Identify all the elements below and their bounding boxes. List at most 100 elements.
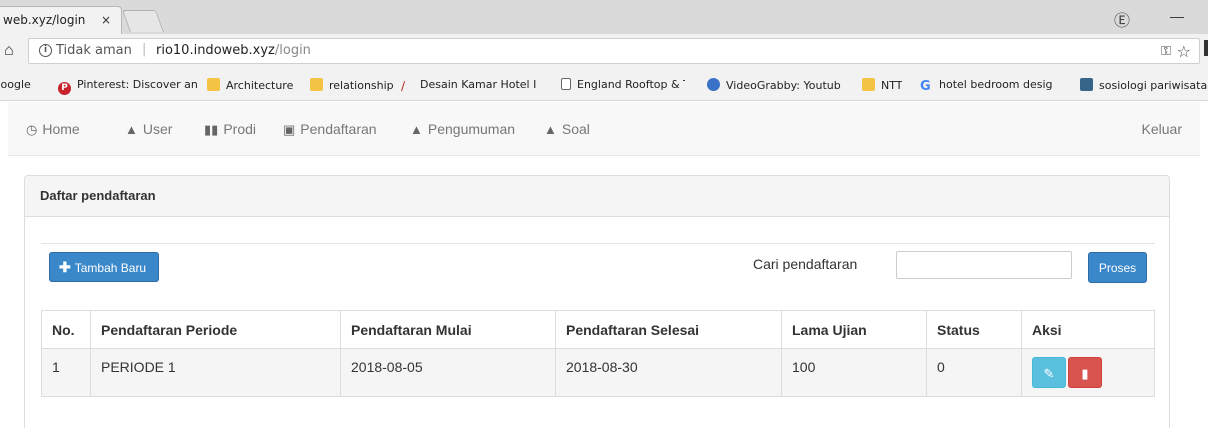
- folder-icon: [207, 78, 220, 91]
- bookmarks-bar: Google P Pinterest: Discover an Architect…: [0, 69, 1208, 101]
- document-icon: [561, 78, 571, 90]
- trash-icon: ▮: [1081, 366, 1089, 381]
- videograbby-icon: [707, 78, 720, 91]
- panel-title: Daftar pendaftaran: [25, 176, 1169, 217]
- bookmark-relationship[interactable]: relationship: [310, 78, 394, 92]
- add-new-button[interactable]: ✚ Tambah Baru: [49, 252, 159, 282]
- column-header: Pendaftaran Mulai: [340, 310, 556, 349]
- edit-button[interactable]: ✎: [1032, 357, 1066, 388]
- info-icon[interactable]: i: [39, 44, 52, 57]
- table-cell: PERIODE 1: [90, 348, 341, 397]
- home-icon[interactable]: ⌂: [4, 42, 14, 60]
- bookmark-label: relationship: [329, 79, 394, 92]
- bookmark-label: Google: [0, 78, 31, 91]
- nav-pendaftaran[interactable]: ▣ Pendaftaran: [283, 121, 377, 138]
- image-icon: [1080, 78, 1093, 91]
- window-edge: [1204, 40, 1208, 56]
- app-navbar: ◷ Home ▲ User ▮▮ Prodi ▣ Pendaftaran ▲ Pengum…: [8, 102, 1200, 156]
- bookmark-label: hotel bedroom desig: [939, 78, 1053, 91]
- bookmark-desain-kamar[interactable]: ∕ Desain Kamar Hotel I: [401, 78, 539, 93]
- search-label: Cari pendaftaran: [753, 256, 858, 272]
- nav-pengumuman[interactable]: ▲ Pengumuman: [410, 121, 515, 137]
- bookmark-star-icon[interactable]: ☆: [1177, 42, 1191, 61]
- bookmark-label: VideoGrabby: Youtub: [726, 79, 841, 92]
- new-tab-button[interactable]: [121, 10, 165, 32]
- nav-prodi[interactable]: ▮▮ Prodi: [204, 121, 256, 138]
- search-input[interactable]: [896, 251, 1072, 279]
- nav-label: Home: [42, 121, 80, 137]
- plus-icon: ✚: [59, 259, 71, 275]
- nav-soal[interactable]: ▲ Soal: [544, 121, 590, 137]
- user-icon: ▲: [544, 122, 557, 137]
- divider: [41, 243, 1155, 244]
- nav-user[interactable]: ▲ User: [125, 121, 172, 137]
- users-icon: ▮▮: [204, 122, 219, 137]
- process-button[interactable]: Proses: [1088, 252, 1147, 283]
- registration-table: No. Pendaftaran Periode Pendaftaran Mula…: [41, 310, 1155, 397]
- table-header-row: No. Pendaftaran Periode Pendaftaran Mula…: [41, 310, 1155, 349]
- bookmark-label: England Rooftop & T: [577, 78, 685, 91]
- address-bar[interactable]: i Tidak aman | rio10.indoweb.xyz/login ⚿…: [28, 38, 1200, 64]
- clock-icon: ◷: [26, 122, 38, 137]
- bookmark-label: Architecture: [226, 79, 294, 92]
- table-row: 1 PERIODE 1 2018-08-05 2018-08-30 100 0 …: [41, 348, 1155, 397]
- url-text[interactable]: rio10.indoweb.xyz/login: [156, 43, 311, 58]
- user-icon: ▲: [410, 122, 423, 137]
- registration-panel: Daftar pendaftaran ✚ Tambah Baru Cari pen…: [24, 175, 1170, 428]
- browser-window: web.xyz/login × Ⓔ — ⌂ i Tidak aman | rio…: [0, 0, 1208, 428]
- minimize-button[interactable]: —: [1170, 8, 1184, 24]
- logout-link[interactable]: Keluar: [1142, 121, 1182, 137]
- bookmark-hotel-bedroom[interactable]: Ghotel bedroom desig: [920, 78, 1074, 93]
- nav-label: User: [142, 121, 173, 137]
- tab-close-button[interactable]: ×: [101, 13, 111, 27]
- key-icon[interactable]: ⚿: [1161, 44, 1171, 59]
- table-cell: 2018-08-05: [340, 348, 556, 397]
- bookmark-label: NTT: [881, 79, 903, 92]
- nav-label: Pendaftaran: [300, 121, 377, 137]
- google-icon: G: [920, 79, 931, 93]
- nav-home[interactable]: ◷ Home: [26, 121, 80, 138]
- url-path: /login: [274, 43, 311, 58]
- folder-icon: [862, 78, 875, 91]
- folder-icon: [310, 78, 323, 91]
- nav-label: Soal: [561, 121, 590, 137]
- table-cell: 0: [926, 348, 1022, 397]
- picture-icon: ▣: [283, 122, 296, 137]
- profile-icon[interactable]: Ⓔ: [1114, 7, 1130, 31]
- address-row: ⌂ i Tidak aman | rio10.indoweb.xyz/login…: [0, 34, 1208, 69]
- column-header: Aksi: [1021, 310, 1155, 349]
- pinterest-icon: P: [58, 82, 71, 95]
- nav-label: Pengumuman: [427, 121, 516, 137]
- table-cell: 100: [781, 348, 927, 397]
- actions-cell: ✎ ▮: [1021, 348, 1155, 397]
- bookmark-videograbby[interactable]: VideoGrabby: Youtub: [707, 78, 855, 92]
- bookmark-england-rooftop[interactable]: England Rooftop & T: [561, 78, 685, 91]
- nav-label: Prodi: [223, 121, 256, 137]
- add-new-label: Tambah Baru: [74, 261, 147, 275]
- column-header: Pendaftaran Periode: [90, 310, 341, 349]
- column-header: No.: [41, 310, 91, 349]
- bookmark-google[interactable]: Google: [0, 78, 31, 91]
- table-cell: 1: [41, 348, 91, 397]
- omnibox-separator: |: [142, 42, 147, 57]
- tab-strip: web.xyz/login × Ⓔ —: [0, 0, 1208, 34]
- tab-title: web.xyz/login: [3, 13, 86, 27]
- bookmark-sosiologi[interactable]: sosiologi pariwisata: [1080, 78, 1208, 92]
- delete-button[interactable]: ▮: [1068, 357, 1102, 388]
- security-label[interactable]: Tidak aman: [56, 43, 132, 58]
- bookmark-label: sosiologi pariwisata: [1099, 79, 1208, 92]
- bookmark-label: Desain Kamar Hotel I: [420, 78, 537, 91]
- bookmark-pinterest[interactable]: P Pinterest: Discover an: [58, 78, 200, 95]
- pencil-icon: ✎: [1043, 366, 1055, 381]
- column-header: Lama Ujian: [781, 310, 927, 349]
- bookmark-ntt[interactable]: NTT: [862, 78, 902, 92]
- slash-icon: ∕: [401, 79, 406, 93]
- url-host: rio10.indoweb.xyz: [156, 43, 275, 58]
- browser-tab[interactable]: web.xyz/login ×: [0, 6, 122, 34]
- column-header: Status: [926, 310, 1022, 349]
- user-icon: ▲: [125, 122, 138, 137]
- bookmark-architecture[interactable]: Architecture: [207, 78, 293, 92]
- column-header: Pendaftaran Selesai: [555, 310, 782, 349]
- table-cell: 2018-08-30: [555, 348, 782, 397]
- bookmark-label: Pinterest: Discover an: [77, 78, 198, 91]
